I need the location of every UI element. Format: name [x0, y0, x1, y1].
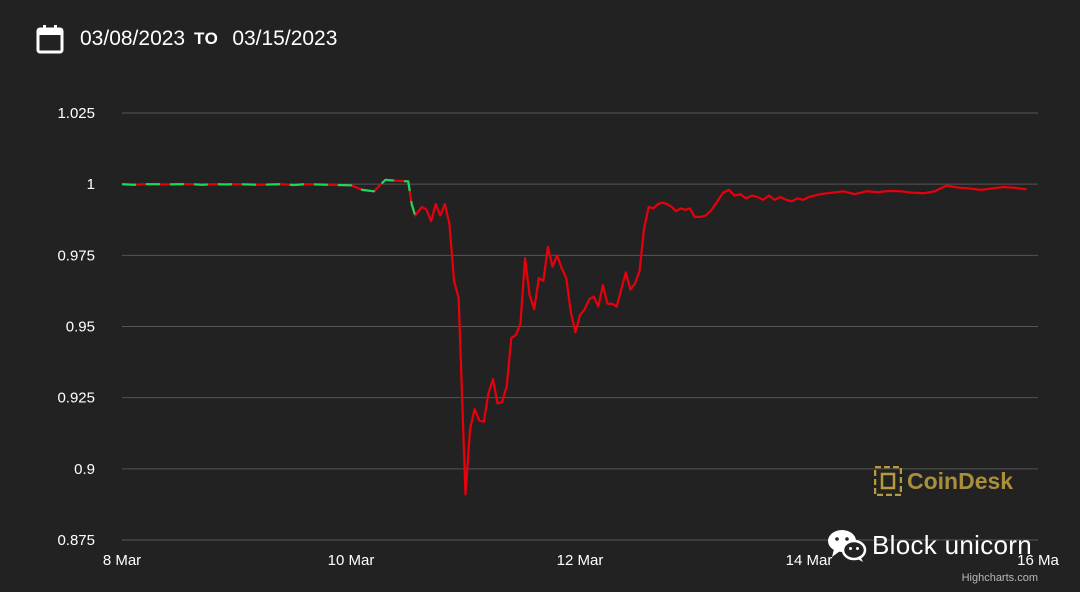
wechat-icon	[828, 530, 867, 562]
x-tick-label: 8 Mar	[103, 552, 141, 569]
watermark: Block unicorn	[826, 527, 1032, 563]
y-tick-label: 1.025	[57, 105, 95, 122]
y-tick-label: 0.975	[57, 247, 95, 264]
x-tick-label: 12 Mar	[557, 552, 604, 569]
y-tick-label: 1	[87, 176, 95, 193]
coindesk-logo-text: CoinDesk	[907, 467, 1014, 494]
price-series	[121, 178, 1027, 496]
coindesk-logo: CoinDesk	[874, 466, 1013, 496]
y-tick-label: 0.875	[57, 532, 95, 549]
y-tick-label: 0.925	[57, 390, 95, 407]
price-chart: 0.875 0.9 0.925 0.95 0.975 1 1.025 8 Mar 10 Mar…	[57, 105, 1059, 569]
y-tick-label: 0.95	[66, 319, 95, 336]
y-tick-label: 0.9	[74, 461, 95, 478]
y-axis-labels: 0.875 0.9 0.925 0.95 0.975 1 1.025	[57, 105, 95, 549]
watermark-text: Block unicorn	[872, 529, 1032, 560]
x-tick-label: 10 Mar	[328, 552, 375, 569]
series-line-down	[121, 178, 1027, 496]
coindesk-logo-icon	[874, 466, 902, 496]
chart-credits[interactable]: Highcharts.com	[962, 572, 1038, 584]
